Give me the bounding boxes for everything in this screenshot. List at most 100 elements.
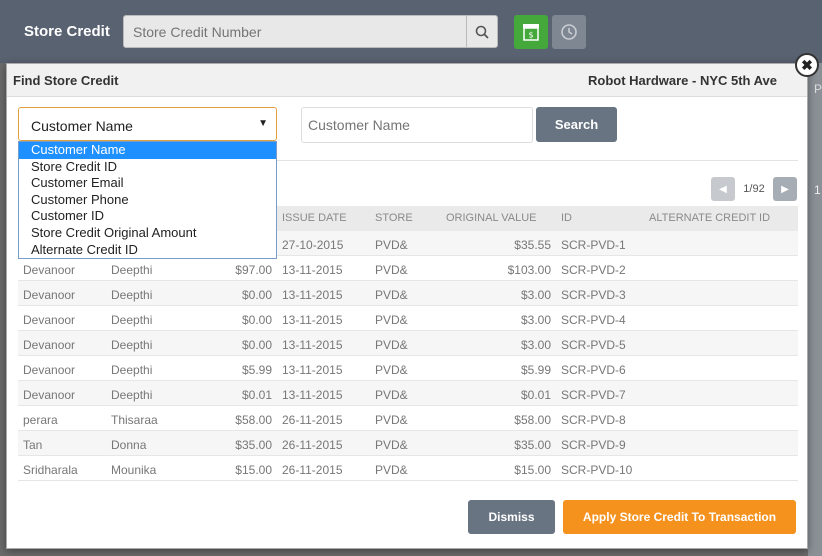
table-cell: $5.99 xyxy=(241,363,272,377)
search-field-dropdown: Customer Name Store Credit ID Customer E… xyxy=(18,141,277,259)
table-cell: Devanoor xyxy=(23,313,76,327)
table-cell: $15.00 xyxy=(514,463,551,477)
dropdown-option[interactable]: Store Credit ID xyxy=(19,159,276,176)
svg-text:$: $ xyxy=(528,31,533,40)
table-row[interactable]: Devanoor Deepthi $5.99 13-11-2015 PVD& $5.99 S… xyxy=(18,356,798,381)
table-cell: Devanoor xyxy=(23,288,76,302)
table-row[interactable]: Devanoor Deepthi $0.00 13-11-2015 PVD& $3.00 S… xyxy=(18,306,798,331)
table-cell: 27-10-2015 xyxy=(282,238,344,252)
table-cell: $35.55 xyxy=(514,238,551,252)
table-cell: 26-11-2015 xyxy=(282,413,343,427)
table-cell: $0.01 xyxy=(520,388,551,402)
table-row[interactable]: Sridharala Mounika $15.00 26-11-2015 PVD& $15… xyxy=(18,456,798,481)
previous-page-icon[interactable]: ◀ xyxy=(711,177,735,201)
table-cell: Deepthi xyxy=(111,288,153,302)
table-cell: SCR-PVD-4 xyxy=(561,313,626,327)
table-cell: SCR-PVD-3 xyxy=(561,288,626,302)
dropdown-option[interactable]: Customer Phone xyxy=(19,192,276,209)
table-cell: Devanoor xyxy=(23,388,76,402)
table-cell: $58.00 xyxy=(514,413,551,427)
table-cell: $35.00 xyxy=(514,438,551,452)
table-cell: PVD& xyxy=(375,363,408,377)
table-row[interactable]: Devanoor Deepthi $0.00 13-11-2015 PVD& $3.00 S… xyxy=(18,331,798,356)
table-cell: $0.00 xyxy=(241,338,272,352)
table-cell: Deepthi xyxy=(111,388,153,402)
table-cell: 13-11-2015 xyxy=(282,263,343,277)
table-cell: Mounika xyxy=(111,463,157,477)
selected-field: Customer Name xyxy=(31,118,133,134)
table-cell: $5.99 xyxy=(520,363,551,377)
table-cell: SCR-PVD-8 xyxy=(561,413,626,427)
dismiss-button[interactable]: Dismiss xyxy=(468,500,555,534)
table-cell: Sridharala xyxy=(23,463,78,477)
table-cell: $15.00 xyxy=(235,463,272,477)
caret-down-icon: ▼ xyxy=(258,118,268,129)
next-page-icon[interactable]: ▶ xyxy=(773,177,797,201)
top-bar: Store Credit $ xyxy=(0,0,822,63)
table-cell: SCR-PVD-10 xyxy=(561,463,633,477)
table-cell: 26-11-2015 xyxy=(282,438,343,452)
table-cell: SCR-PVD-6 xyxy=(561,363,626,377)
table-cell: SCR-PVD-9 xyxy=(561,438,626,452)
table-cell: $3.00 xyxy=(520,338,551,352)
table-cell: 13-11-2015 xyxy=(282,363,343,377)
search-field-select[interactable]: Customer Name ▼ xyxy=(18,107,277,141)
table-cell: PVD& xyxy=(375,238,408,252)
table-cell: Deepthi xyxy=(111,338,153,352)
history-icon[interactable] xyxy=(552,15,586,49)
customer-name-input[interactable] xyxy=(302,108,532,142)
table-cell: perara xyxy=(23,413,58,427)
table-cell: Devanoor xyxy=(23,263,76,277)
table-cell: $103.00 xyxy=(507,263,551,277)
table-cell: 13-11-2015 xyxy=(282,313,343,327)
table-cell: 26-11-2015 xyxy=(282,463,343,477)
table-cell: SCR-PVD-2 xyxy=(561,263,626,277)
dialog-header: Find Store Credit Robot Hardware - NYC 5… xyxy=(7,64,807,97)
table-cell: $35.00 xyxy=(235,438,272,452)
close-icon[interactable]: ✖ xyxy=(795,53,819,77)
table-cell: $97.00 xyxy=(235,263,272,277)
table-cell: 13-11-2015 xyxy=(282,338,343,352)
store-credit-icon[interactable]: $ xyxy=(514,15,548,49)
table-cell: Thisaraa xyxy=(111,413,158,427)
column-header: ID xyxy=(561,212,572,224)
apply-store-credit-button[interactable]: Apply Store Credit To Transaction xyxy=(563,500,796,534)
page-title: Store Credit xyxy=(24,23,110,40)
column-header: ISSUE DATE xyxy=(282,212,347,224)
column-header: STORE xyxy=(375,212,413,224)
table-row[interactable]: Devanoor Deepthi $0.01 13-11-2015 PVD& $0.01 S… xyxy=(18,381,798,406)
table-cell: Tan xyxy=(23,438,43,452)
store-name: Robot Hardware - NYC 5th Ave xyxy=(587,73,777,88)
background-panel: P 1 xyxy=(808,63,822,556)
dropdown-option[interactable]: Store Credit Original Amount xyxy=(19,225,276,242)
table-row[interactable]: Devanoor Deepthi $0.00 13-11-2015 PVD& $3.00 S… xyxy=(18,281,798,306)
customer-name-field xyxy=(301,107,533,143)
store-credit-search xyxy=(123,15,498,48)
store-credit-number-input[interactable] xyxy=(124,16,468,47)
table-cell: PVD& xyxy=(375,338,408,352)
search-icon[interactable] xyxy=(466,16,497,47)
table-cell: PVD& xyxy=(375,388,408,402)
table-cell: PVD& xyxy=(375,263,408,277)
dropdown-option[interactable]: Customer Email xyxy=(19,175,276,192)
dialog-title: Find Store Credit xyxy=(13,73,119,88)
dropdown-option[interactable]: Customer Name xyxy=(19,142,276,159)
table-cell: $3.00 xyxy=(520,313,551,327)
table-cell: PVD& xyxy=(375,463,408,477)
table-cell: Deepthi xyxy=(111,263,153,277)
search-button[interactable]: Search xyxy=(536,107,617,142)
table-cell: PVD& xyxy=(375,438,408,452)
dropdown-option[interactable]: Customer ID xyxy=(19,208,276,225)
dropdown-option[interactable]: Alternate Credit ID xyxy=(19,242,276,259)
background-row-fragment: 1 xyxy=(814,183,821,197)
table-cell: Devanoor xyxy=(23,338,76,352)
table-cell: $0.00 xyxy=(241,313,272,327)
pagination: ◀ 1/92 ▶ xyxy=(711,177,797,201)
find-store-credit-dialog: Find Store Credit Robot Hardware - NYC 5… xyxy=(6,63,808,549)
table-row[interactable]: perara Thisaraa $58.00 26-11-2015 PVD& $58.00… xyxy=(18,406,798,431)
table-cell: Devanoor xyxy=(23,363,76,377)
page-indicator: 1/92 xyxy=(743,183,765,195)
table-row[interactable]: Devanoor Deepthi $97.00 13-11-2015 PVD& $103.… xyxy=(18,256,798,281)
table-cell: $0.01 xyxy=(241,388,272,402)
table-row[interactable]: Tan Donna $35.00 26-11-2015 PVD& $35.00 SCR-PV… xyxy=(18,431,798,456)
